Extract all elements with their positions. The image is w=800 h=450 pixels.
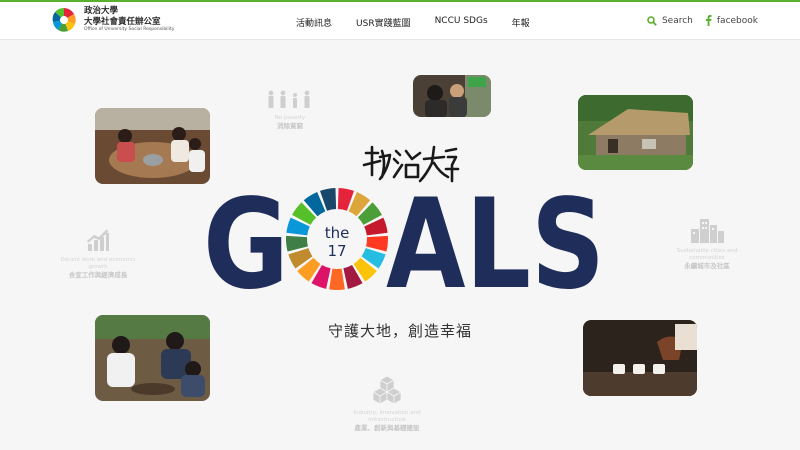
wheel-label-17: 17 xyxy=(327,242,346,260)
goals-letters-als: ALS xyxy=(386,186,605,292)
photo-thatched-house-image xyxy=(578,95,693,170)
logo-title-line2: 大學社會責任辦公室 xyxy=(84,16,161,27)
photo-thatched-house[interactable] xyxy=(578,95,693,170)
sdg-label-industry-innovation: Industry, innovation and infrastructure … xyxy=(345,375,429,432)
site-header: 政治大學 大學社會責任辦公室 Office of University Soci… xyxy=(0,2,800,40)
nav-item-annual-report[interactable]: 年報 xyxy=(512,16,530,29)
search-button[interactable]: Search xyxy=(647,16,693,26)
cubes-icon xyxy=(372,375,402,405)
sdg-label-no-poverty: No poverty 消除貧窮 xyxy=(250,90,330,130)
people-icon xyxy=(268,90,310,108)
nccu-calligraphy-logo xyxy=(362,145,460,183)
hero-slogan: 守護大地，創造幸福 xyxy=(327,322,472,340)
header-tools: Search facebook xyxy=(635,15,758,26)
sdg-label-sustainable-cities: Sustainable cities and communities 永續城市及… xyxy=(664,215,750,270)
goals-wordmark: G ALS the 17 xyxy=(203,186,605,292)
nav-item-events[interactable]: 活動訊息 xyxy=(296,16,332,29)
logo-subtitle: Office of University Social Responsibili… xyxy=(84,27,175,33)
sdg-wheel-segment xyxy=(366,235,388,252)
search-label: Search xyxy=(661,15,693,26)
sdg-label-zh: 永續城市及社區 xyxy=(684,261,730,270)
nav-item-nccu-sdgs[interactable]: NCCU SDGs xyxy=(435,16,488,29)
goals-letter-g: G xyxy=(203,186,289,292)
sdg-label-zh: 產業、創新與基礎建設 xyxy=(354,423,420,432)
sdg-label-decent-work: Decent work and economic growth 合宜工作與經濟成… xyxy=(55,228,141,279)
usr-logo-icon xyxy=(51,7,77,33)
sdg-label-en: Decent work and economic growth xyxy=(60,257,136,270)
growth-chart-icon xyxy=(87,229,109,251)
logo-title-line1: 政治大學 xyxy=(84,6,119,17)
sdg-label-en: Industry, innovation and infrastructure xyxy=(353,410,421,423)
sdg-label-zh: 合宜工作與經濟成長 xyxy=(68,270,128,279)
sdg-wheel-segment xyxy=(329,268,345,290)
facebook-link[interactable]: facebook xyxy=(705,15,758,26)
facebook-label: facebook xyxy=(716,15,758,26)
photo-tea-tasting-workshop[interactable] xyxy=(95,108,210,184)
wheel-label-the: the xyxy=(325,224,350,242)
photo-people-cooking[interactable] xyxy=(413,75,491,117)
main-nav: 活動訊息 USR實踐藍圖 NCCU SDGs 年報 xyxy=(296,16,554,29)
sdg-label-zh: 消除貧窮 xyxy=(277,121,303,130)
photo-cooking-image xyxy=(413,75,491,117)
sdg-label-en: Sustainable cities and communities xyxy=(676,248,738,261)
facebook-icon xyxy=(705,15,712,26)
search-icon xyxy=(647,15,657,26)
sdg-wheel-segment xyxy=(286,235,308,252)
photo-tea-tasting-image xyxy=(95,108,210,184)
sdg-label-en: No poverty xyxy=(274,115,306,121)
city-buildings-icon xyxy=(691,219,724,243)
site-logo[interactable]: 政治大學 大學社會責任辦公室 Office of University Soci… xyxy=(50,6,174,34)
nav-item-usr-blueprint[interactable]: USR實踐藍圖 xyxy=(356,16,411,29)
